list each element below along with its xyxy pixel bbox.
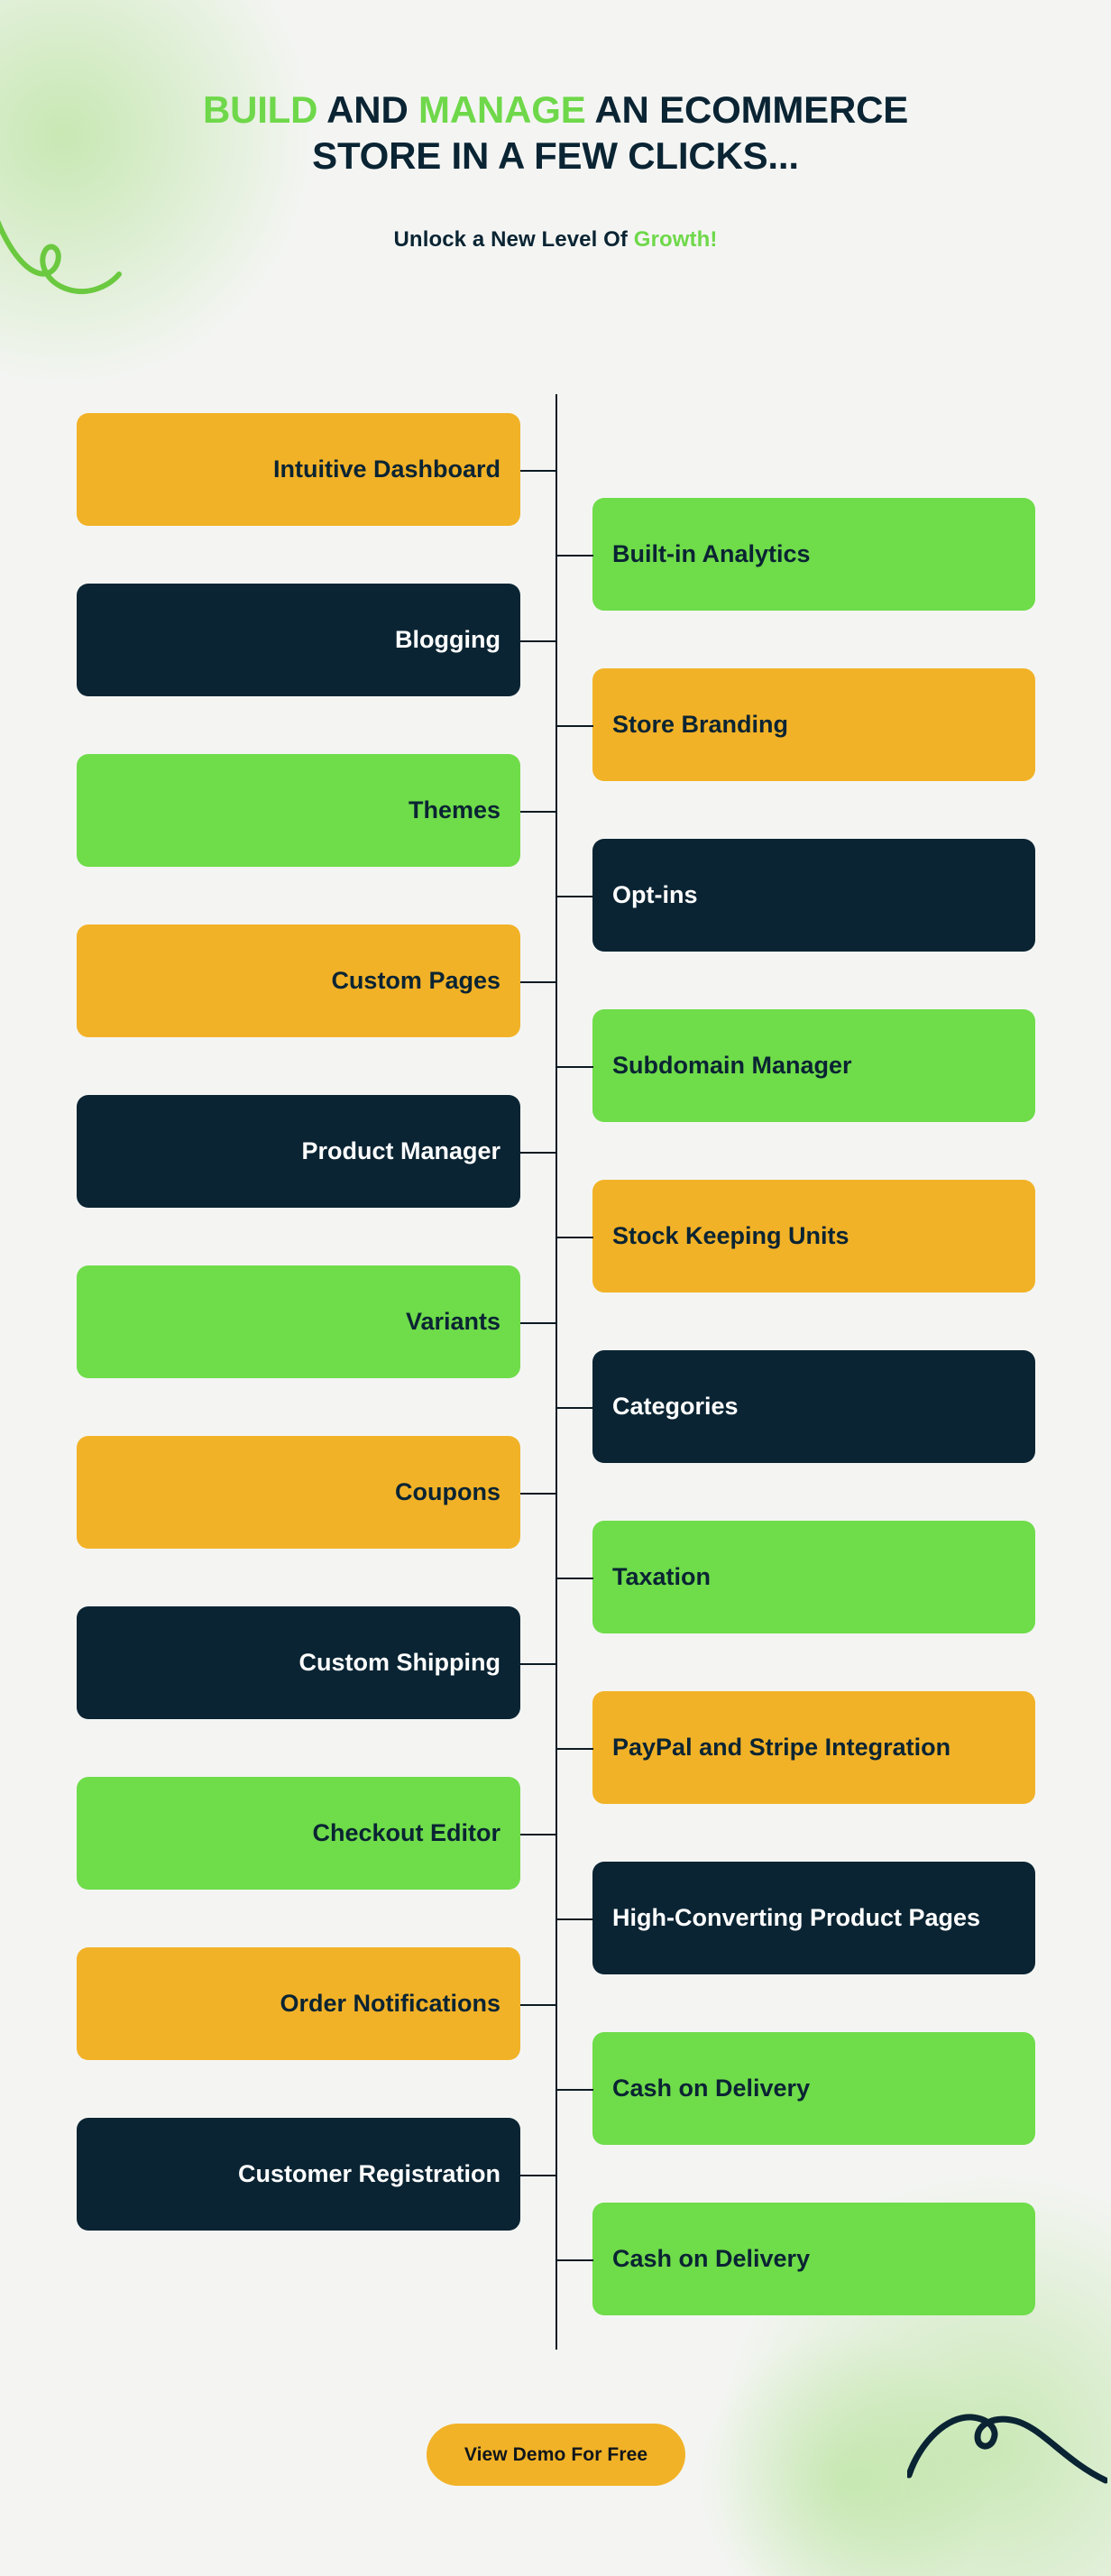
feature-node-left-11[interactable]: Customer Registration	[77, 2118, 520, 2231]
feature-node-label: Blogging	[395, 626, 500, 654]
headline-word-and: AND	[317, 88, 419, 131]
feature-node-left-8[interactable]: Custom Shipping	[77, 1606, 520, 1719]
tree-connector-left-7	[520, 1492, 556, 1495]
page-title: BUILD AND MANAGE AN ECOMMERCE STORE IN A…	[186, 87, 925, 179]
tree-connector-left-4	[520, 980, 556, 983]
feature-node-label: Stock Keeping Units	[612, 1222, 849, 1250]
feature-node-label: Customer Registration	[237, 2160, 500, 2188]
tree-connector-left-11	[520, 2174, 556, 2176]
feature-node-right-11[interactable]: Cash on Delivery	[592, 2203, 1035, 2315]
feature-node-left-1[interactable]: Intuitive Dashboard	[77, 413, 520, 526]
feature-node-right-7[interactable]: Taxation	[592, 1521, 1035, 1633]
feature-node-left-9[interactable]: Checkout Editor	[77, 1777, 520, 1890]
feature-node-label: Checkout Editor	[312, 1819, 500, 1847]
tree-connector-right-1	[556, 554, 593, 557]
headline-word-manage: MANAGE	[418, 88, 586, 131]
tree-connector-right-2	[556, 724, 593, 727]
feature-node-left-4[interactable]: Custom Pages	[77, 925, 520, 1037]
tree-connector-right-5	[556, 1236, 593, 1238]
subtitle-highlight: Growth!	[633, 227, 718, 253]
tree-connector-left-10	[520, 2003, 556, 2006]
feature-node-left-7[interactable]: Coupons	[77, 1436, 520, 1549]
feature-node-label: Order Notifications	[280, 1990, 500, 2018]
feature-node-left-6[interactable]: Variants	[77, 1265, 520, 1378]
tree-connector-left-2	[520, 639, 556, 642]
tree-connector-left-1	[520, 469, 556, 472]
feature-node-right-5[interactable]: Stock Keeping Units	[592, 1180, 1035, 1293]
feature-node-label: Store Branding	[612, 711, 789, 739]
page-subtitle: Unlock a New Level Of Growth!	[0, 227, 1111, 253]
tree-connector-left-6	[520, 1321, 556, 1324]
navy-swirl-decoration	[907, 2414, 1107, 2484]
tree-connector-right-8	[556, 1747, 593, 1750]
tree-connector-right-6	[556, 1406, 593, 1409]
feature-node-left-3[interactable]: Themes	[77, 754, 520, 867]
feature-node-label: Themes	[408, 796, 500, 824]
tree-connector-left-5	[520, 1151, 556, 1154]
feature-node-right-10[interactable]: Cash on Delivery	[592, 2032, 1035, 2145]
feature-node-label: Built-in Analytics	[612, 540, 811, 568]
view-demo-button[interactable]: View Demo For Free	[427, 2424, 685, 2486]
tree-connector-right-4	[556, 1065, 593, 1068]
headline-word-build: BUILD	[202, 88, 318, 131]
tree-connector-left-3	[520, 810, 556, 813]
feature-node-label: Cash on Delivery	[612, 2075, 811, 2102]
feature-node-right-6[interactable]: Categories	[592, 1350, 1035, 1463]
feature-node-label: Variants	[405, 1308, 500, 1336]
feature-node-label: Taxation	[612, 1563, 712, 1591]
tree-connector-left-8	[520, 1662, 556, 1665]
feature-node-label: Cash on Delivery	[612, 2245, 811, 2273]
tree-connector-right-10	[556, 2088, 593, 2091]
tree-connector-right-11	[556, 2259, 593, 2261]
feature-node-left-2[interactable]: Blogging	[77, 584, 520, 696]
feature-node-right-8[interactable]: PayPal and Stripe Integration	[592, 1691, 1035, 1804]
feature-node-right-1[interactable]: Built-in Analytics	[592, 498, 1035, 611]
feature-node-right-4[interactable]: Subdomain Manager	[592, 1009, 1035, 1122]
feature-node-label: High-Converting Product Pages	[612, 1904, 981, 1932]
tree-connector-right-9	[556, 1918, 593, 1920]
tree-connector-right-7	[556, 1577, 593, 1579]
feature-node-label: Custom Shipping	[298, 1649, 500, 1677]
infographic-page: BUILD AND MANAGE AN ECOMMERCE STORE IN A…	[0, 0, 1111, 2576]
feature-node-label: Product Manager	[301, 1137, 500, 1165]
feature-node-right-3[interactable]: Opt-ins	[592, 839, 1035, 952]
feature-node-label: Intuitive Dashboard	[272, 455, 500, 483]
decorative-blob-bottom-center	[696, 2332, 994, 2576]
feature-node-right-2[interactable]: Store Branding	[592, 668, 1035, 781]
feature-node-label: PayPal and Stripe Integration	[612, 1734, 951, 1762]
feature-node-label: Subdomain Manager	[612, 1052, 852, 1080]
feature-node-left-10[interactable]: Order Notifications	[77, 1947, 520, 2060]
feature-node-label: Custom Pages	[331, 967, 500, 995]
tree-connector-left-9	[520, 1833, 556, 1835]
feature-node-label: Opt-ins	[612, 881, 698, 909]
subtitle-text: Unlock a New Level Of	[393, 227, 634, 253]
tree-spine	[556, 394, 557, 2350]
feature-node-left-5[interactable]: Product Manager	[77, 1095, 520, 1208]
tree-connector-right-3	[556, 895, 593, 897]
feature-node-right-9[interactable]: High-Converting Product Pages	[592, 1862, 1035, 1974]
feature-node-label: Coupons	[395, 1478, 500, 1506]
feature-node-label: Categories	[612, 1393, 739, 1421]
page-header: BUILD AND MANAGE AN ECOMMERCE STORE IN A…	[0, 0, 1111, 253]
